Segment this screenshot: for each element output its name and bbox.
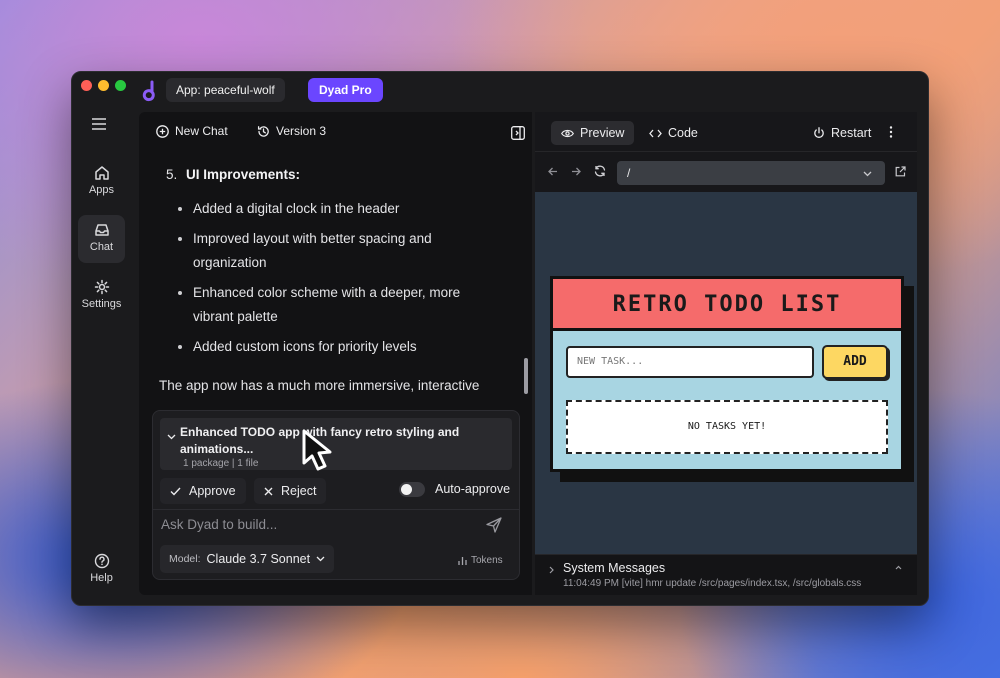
titlebar: App: peaceful-wolf Dyad Pro: [72, 72, 928, 110]
version-label: Version 3: [276, 124, 327, 138]
reject-label: Reject: [281, 484, 317, 498]
card-body: RETRO TODO LIST NEW TASK... ADD NO TASKS…: [550, 276, 904, 472]
menu-icon[interactable]: [92, 118, 106, 130]
more-options-icon[interactable]: [889, 126, 893, 138]
model-name: Claude 3.7 Sonnet: [206, 552, 311, 566]
auto-approve-toggle[interactable]: [399, 482, 425, 497]
dyad-pro-badge[interactable]: Dyad Pro: [308, 78, 383, 102]
history-icon: [257, 125, 269, 137]
add-task-button[interactable]: ADD: [822, 345, 888, 379]
inbox-icon: [94, 224, 109, 236]
chat-input[interactable]: Ask Dyad to build...: [161, 517, 277, 532]
sidebar-item-chat[interactable]: Chat: [78, 215, 125, 263]
plus-circle-icon: [156, 124, 169, 138]
chevron-right-icon: [549, 566, 554, 574]
version-button[interactable]: Version 3: [257, 124, 326, 138]
chat-scrollbar[interactable]: [524, 358, 528, 394]
dyad-logo-icon: [142, 80, 155, 102]
proposal-meta: 1 package | 1 file: [183, 458, 259, 469]
restart-button[interactable]: Restart: [803, 121, 881, 145]
code-icon: [649, 129, 662, 137]
preview-toolbar: Preview Code Restart: [535, 112, 917, 152]
mouse-cursor-icon: [302, 429, 332, 471]
list-item: Enhanced color scheme with a deeper, mor…: [178, 281, 483, 328]
toggle-panel-icon[interactable]: [511, 126, 525, 140]
divider: [153, 509, 519, 510]
tab-label: Code: [668, 126, 698, 140]
url-input[interactable]: /: [617, 161, 885, 185]
sidebar-item-label: Chat: [89, 241, 114, 253]
app-name-pill[interactable]: App: peaceful-wolf: [166, 78, 285, 102]
help-icon: [94, 553, 109, 569]
tab-preview[interactable]: Preview: [551, 121, 635, 145]
power-icon: [814, 127, 824, 138]
message-heading: UI Improvements:: [186, 167, 301, 182]
new-chat-button[interactable]: New Chat: [156, 124, 228, 138]
reject-button[interactable]: Reject: [254, 478, 327, 504]
preview-canvas: RETRO TODO LIST NEW TASK... ADD NO TASKS…: [535, 192, 917, 554]
message-paragraph: The app now has a much more immersive, i…: [159, 378, 480, 393]
auto-approve-label: Auto-approve: [435, 482, 511, 496]
sidebar-item-label: Help: [90, 572, 113, 584]
eye-icon: [561, 129, 574, 137]
back-arrow-icon[interactable]: [548, 167, 558, 176]
chevron-down-icon[interactable]: [863, 171, 872, 177]
tab-code[interactable]: Code: [639, 121, 708, 145]
model-selector[interactable]: Model: Claude 3.7 Sonnet: [160, 545, 335, 573]
list-item: Added custom icons for priority levels: [178, 335, 493, 359]
list-number: 5.: [166, 167, 178, 182]
sidebar-item-help[interactable]: Help: [78, 546, 125, 594]
gear-icon: [94, 279, 109, 295]
external-link-icon[interactable]: [895, 166, 906, 177]
preview-panel: Preview Code Restart / RETRO TODO LIST N…: [535, 112, 917, 595]
chevron-down-icon: [316, 556, 325, 562]
approve-button[interactable]: Approve: [160, 478, 246, 504]
tokens-label: Tokens: [471, 555, 503, 566]
sidebar-item-settings[interactable]: Settings: [78, 272, 125, 320]
chat-panel: New Chat Version 3 5. UI Improvements: A…: [139, 112, 532, 595]
empty-state: NO TASKS YET!: [566, 400, 888, 454]
new-task-input[interactable]: NEW TASK...: [566, 346, 814, 378]
app-window: App: peaceful-wolf Dyad Pro Apps Chat Se…: [71, 71, 929, 606]
retro-todo-card: RETRO TODO LIST NEW TASK... ADD NO TASKS…: [550, 276, 914, 482]
chevron-down-icon[interactable]: [167, 434, 176, 440]
chat-header: New Chat Version 3: [139, 112, 532, 152]
retro-title: RETRO TODO LIST: [553, 279, 901, 331]
check-icon: [170, 487, 181, 496]
list-item: Improved layout with better spacing and …: [178, 227, 493, 274]
chevron-up-icon[interactable]: [895, 565, 902, 570]
sidebar-item-label: Apps: [88, 184, 115, 196]
sidebar-item-label: Settings: [81, 298, 122, 310]
forward-arrow-icon[interactable]: [571, 167, 581, 176]
bar-chart-icon: [458, 557, 467, 565]
model-prefix: Model:: [169, 553, 201, 565]
restart-label: Restart: [831, 126, 872, 140]
system-messages-panel[interactable]: System Messages 11:04:49 PM [vite] hmr u…: [535, 554, 917, 595]
sidebar-item-apps[interactable]: Apps: [78, 158, 125, 206]
maximize-window-button[interactable]: [115, 80, 126, 91]
sidebar: Apps Chat Settings Help: [72, 110, 136, 605]
approve-label: Approve: [189, 484, 236, 498]
close-icon: [264, 487, 273, 495]
minimize-window-button[interactable]: [98, 80, 109, 91]
home-icon: [94, 166, 109, 180]
system-messages-title: System Messages: [563, 561, 666, 575]
tokens-button[interactable]: Tokens: [458, 555, 503, 566]
new-chat-label: New Chat: [175, 124, 228, 138]
refresh-icon[interactable]: [594, 165, 606, 177]
list-item: Added a digital clock in the header: [178, 197, 493, 221]
send-icon[interactable]: [486, 517, 502, 533]
url-bar: /: [535, 153, 917, 189]
system-message-line: 11:04:49 PM [vite] hmr update /src/pages…: [563, 578, 862, 589]
close-window-button[interactable]: [81, 80, 92, 91]
tab-label: Preview: [580, 126, 625, 140]
